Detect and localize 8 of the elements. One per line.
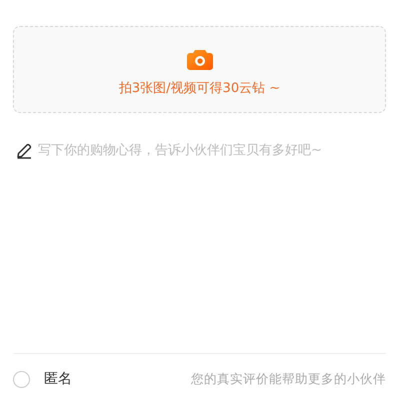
anonymous-hint: 您的真实评价能帮助更多的小伙伴 bbox=[191, 370, 386, 388]
upload-hint: 拍3张图/视频可得30云钻 ~ bbox=[118, 80, 280, 97]
review-field[interactable]: 写下你的购物心得，告诉小伙伴们宝贝有多好吧~ bbox=[38, 141, 386, 353]
anonymous-label: 匿名 bbox=[44, 370, 72, 388]
pencil-icon bbox=[16, 143, 32, 159]
upload-area[interactable]: 拍3张图/视频可得30云钻 ~ bbox=[13, 26, 386, 113]
radio-button[interactable] bbox=[13, 370, 30, 388]
camera-icon bbox=[186, 48, 212, 70]
